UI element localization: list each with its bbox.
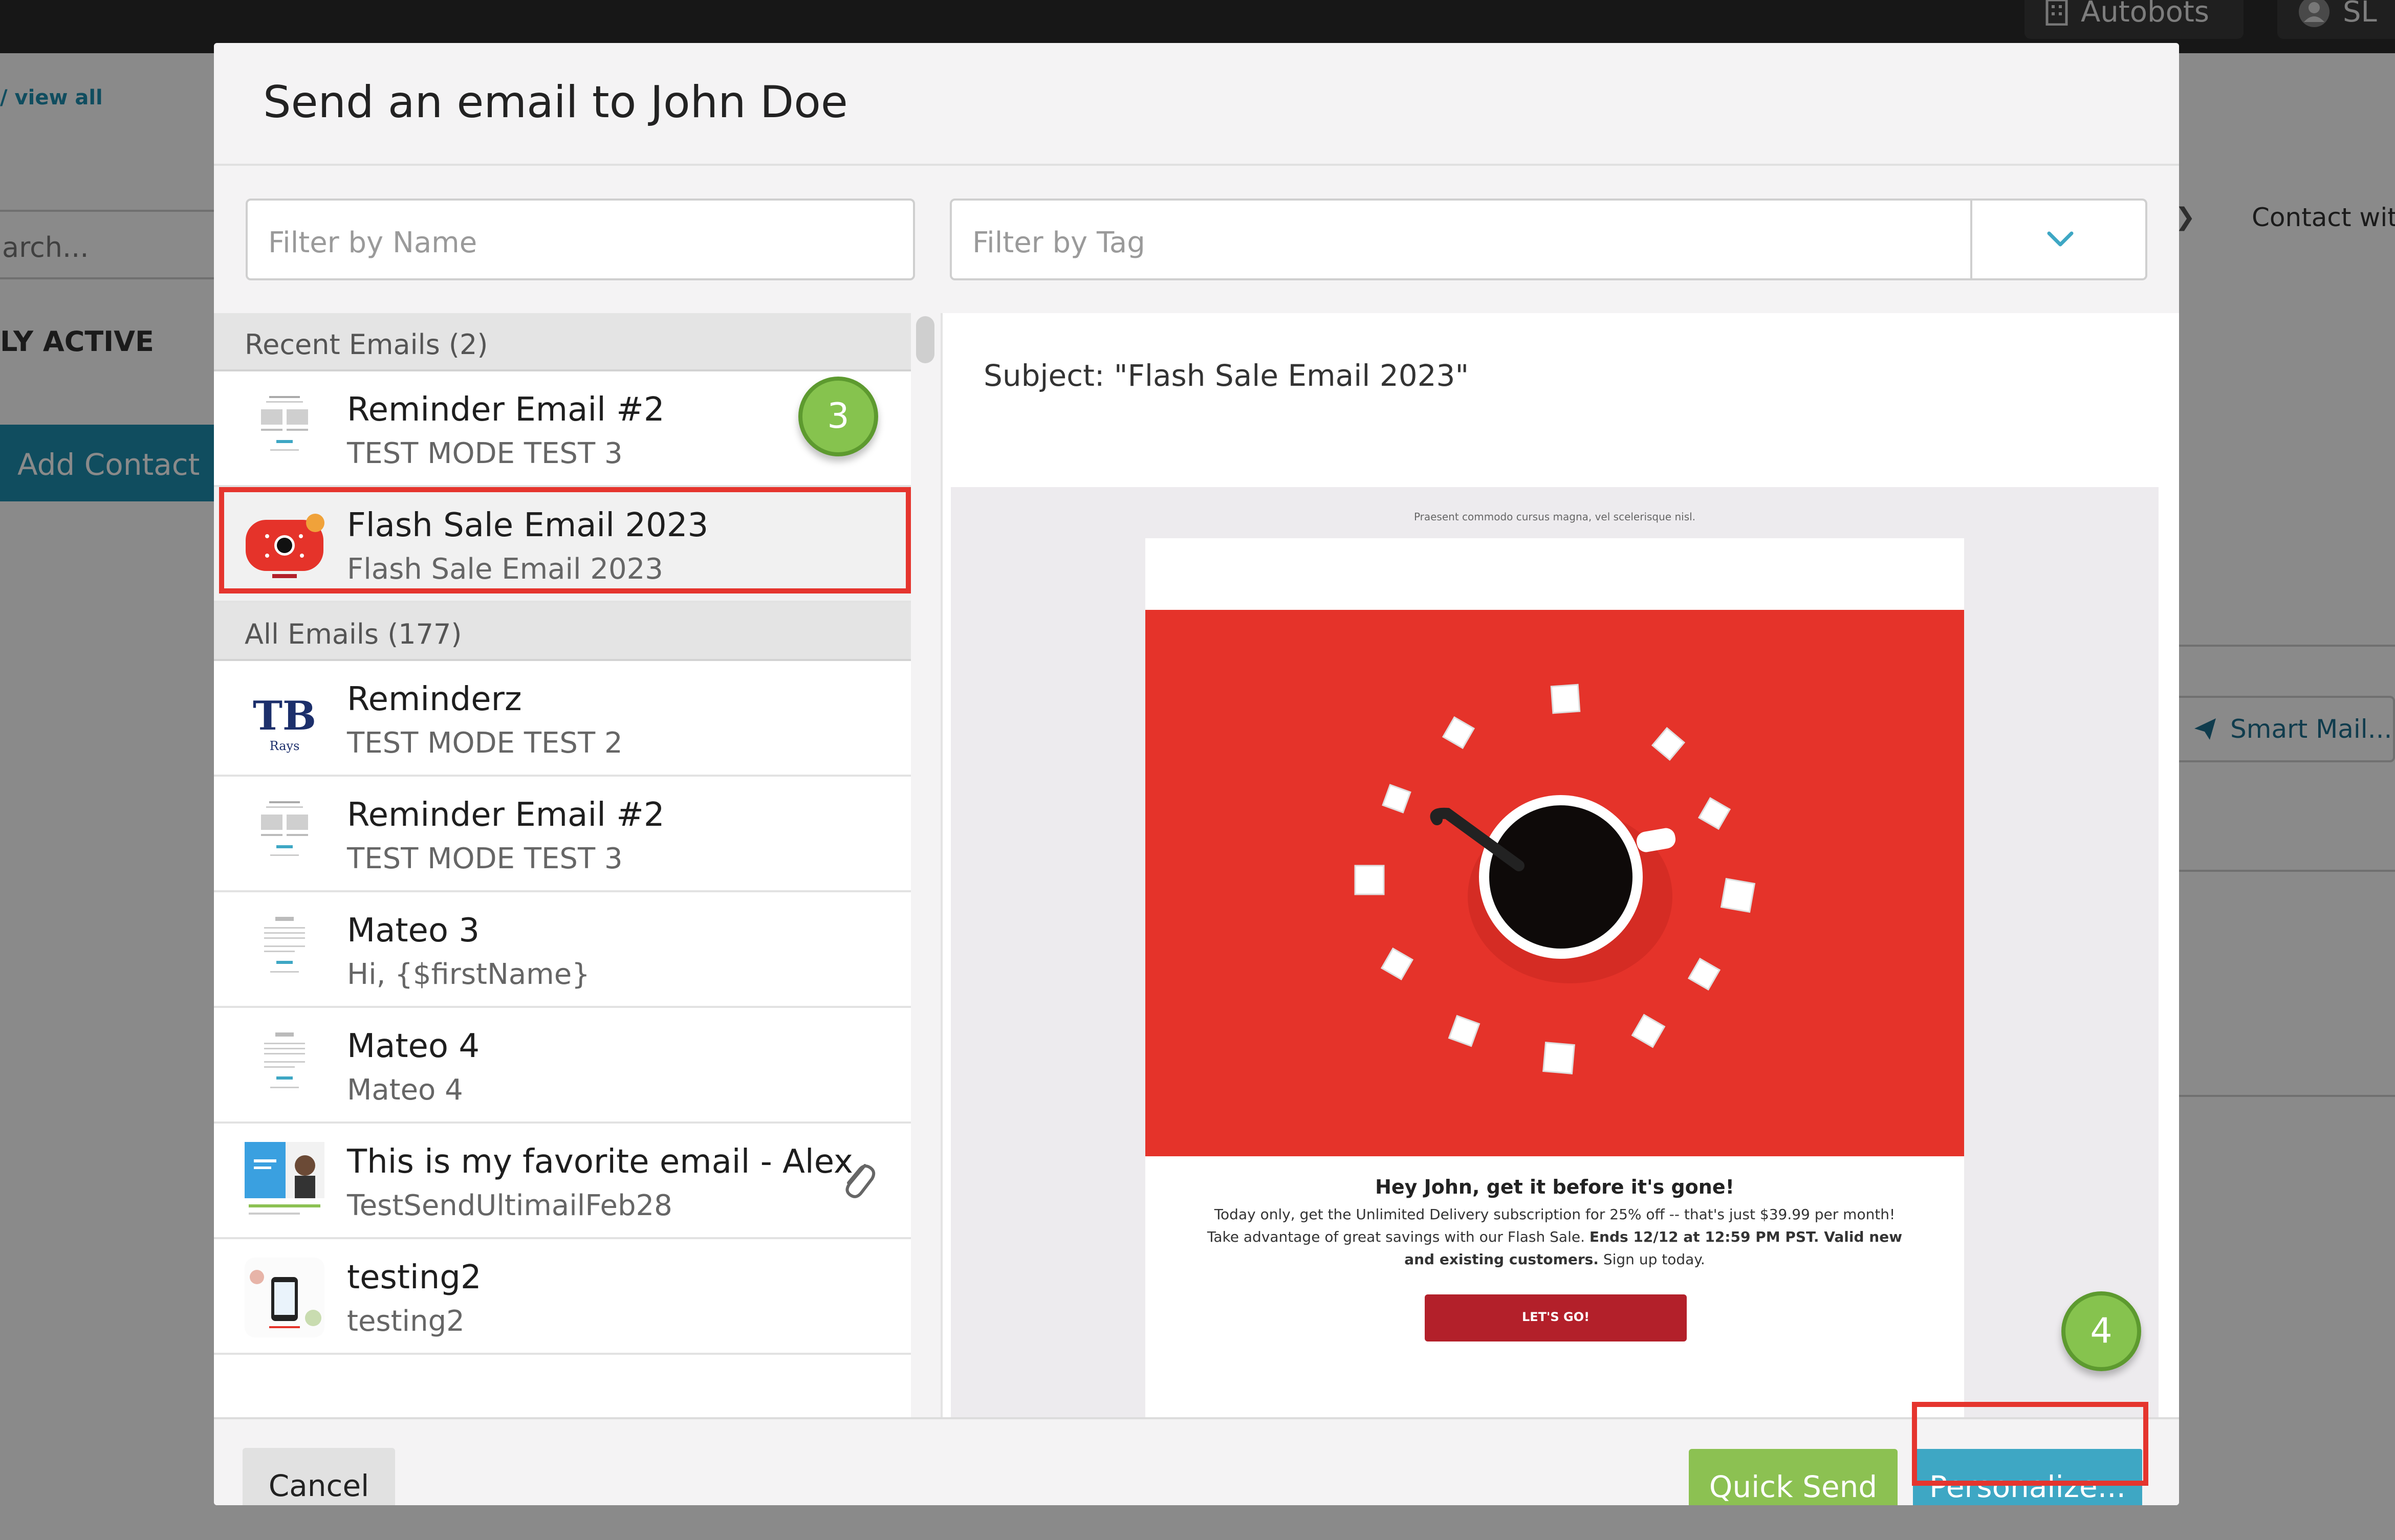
email-list: Recent Emails (2) Reminder Email #2 TEST…	[214, 313, 911, 1417]
paperclip-icon	[845, 1164, 876, 1198]
preview-canvas: Praesent commodo cursus magna, vel scele…	[951, 487, 2159, 1417]
modal-header: Send an email to John Doe	[214, 43, 2179, 166]
all-emails-header: All Emails (177)	[214, 603, 911, 661]
selected-email-highlight	[219, 487, 911, 593]
email-name: Reminder Email #2	[347, 391, 665, 429]
email-thumbnail	[245, 1258, 324, 1337]
list-item[interactable]: This is my favorite email - Alex TestSen…	[214, 1124, 911, 1239]
recent-emails-header: Recent Emails (2)	[214, 313, 911, 371]
email-cta-button[interactable]: LET'S GO!	[1425, 1294, 1687, 1341]
list-item[interactable]: TB Rays Reminderz TEST MODE TEST 2	[214, 661, 911, 777]
email-subject: TEST MODE TEST 2	[347, 727, 623, 760]
email-thumbnail	[259, 913, 310, 988]
list-item[interactable]	[214, 1355, 911, 1417]
email-subject: testing2	[347, 1305, 465, 1338]
modal-title: Send an email to John Doe	[263, 77, 848, 128]
coffee-hero-image	[1145, 610, 1964, 1156]
email-name: Mateo 4	[347, 1027, 480, 1065]
step-badge-3: 3	[798, 377, 878, 456]
email-headline: Hey John, get it before it's gone!	[1375, 1176, 1734, 1198]
filter-by-tag-select[interactable]: Filter by Tag	[950, 199, 2147, 280]
quick-send-button[interactable]: Quick Send	[1689, 1449, 1898, 1505]
step-badge-4: 4	[2061, 1291, 2141, 1371]
email-subject: Mateo 4	[347, 1073, 463, 1107]
list-item[interactable]: Reminder Email #2 TEST MODE TEST 3	[214, 777, 911, 892]
email-body-text-2: Sign up today.	[1603, 1251, 1705, 1268]
list-item[interactable]: Mateo 4 Mateo 4	[214, 1008, 911, 1124]
email-name: testing2	[347, 1259, 482, 1296]
email-name: Reminder Email #2	[347, 796, 665, 834]
chevron-down-icon[interactable]	[2045, 219, 2076, 260]
list-item[interactable]: Mateo 3 Hi, {$firstName}	[214, 892, 911, 1008]
email-subject: TEST MODE TEST 3	[347, 437, 623, 470]
email-thumbnail: TB Rays	[249, 681, 320, 757]
email-subject: TEST MODE TEST 3	[347, 842, 623, 875]
send-email-modal: Send an email to John Doe Filter by Name…	[214, 43, 2179, 1505]
email-thumbnail	[259, 392, 310, 468]
cancel-button[interactable]: Cancel	[243, 1448, 395, 1505]
email-body: Hey John, get it before it's gone! Today…	[1145, 538, 1964, 1417]
email-name: This is my favorite email - Alex	[347, 1143, 853, 1181]
personalize-highlight	[1912, 1402, 2148, 1486]
filter-by-tag-placeholder: Filter by Tag	[972, 226, 1145, 259]
svg-text:TB: TB	[253, 693, 316, 739]
email-subject: Hi, {$firstName}	[347, 958, 590, 991]
email-preheader: Praesent commodo cursus magna, vel scele…	[1413, 511, 1696, 523]
email-subject: TestSendUltimailFeb28	[347, 1189, 672, 1222]
email-thumbnail	[259, 797, 310, 873]
modal-footer: Cancel Quick Send Personalize...	[214, 1417, 2179, 1505]
email-body-text: Today only, get the Unlimited Delivery s…	[1207, 1203, 1903, 1271]
svg-text:Rays: Rays	[270, 739, 300, 753]
email-name: Mateo 3	[347, 912, 480, 950]
filter-by-name-input[interactable]: Filter by Name	[246, 199, 915, 280]
select-divider	[1970, 201, 1972, 278]
email-name: Reminderz	[347, 680, 522, 718]
preview-subject: Subject: "Flash Sale Email 2023"	[984, 358, 1469, 393]
email-thumbnail	[259, 1028, 310, 1104]
email-preview-pane: Subject: "Flash Sale Email 2023" Praesen…	[943, 313, 2179, 1417]
email-thumbnail	[245, 1142, 324, 1222]
list-scrollbar[interactable]	[916, 316, 934, 363]
list-item[interactable]: testing2 testing2	[214, 1239, 911, 1355]
